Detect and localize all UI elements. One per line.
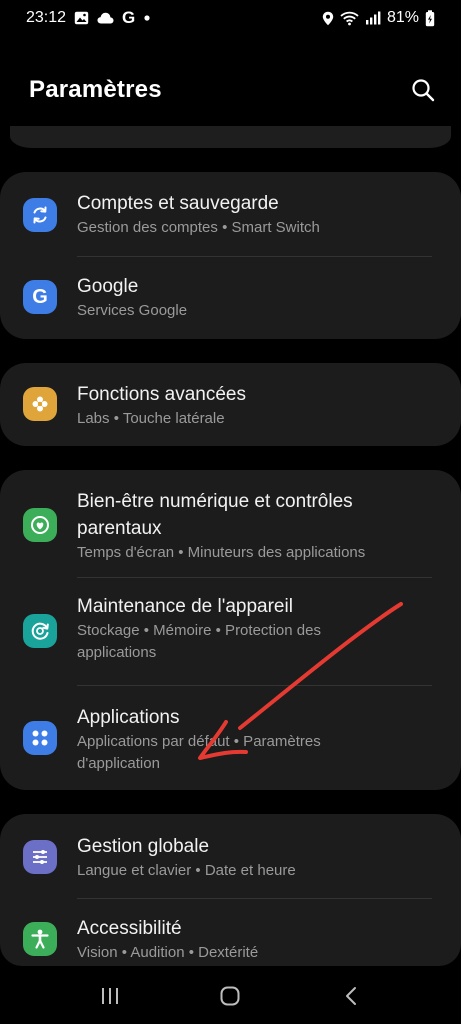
item-title: Fonctions avancées [77,384,246,405]
item-subtitle: Labs • Touche latérale [77,410,225,427]
sliders-icon [23,840,57,874]
back-button[interactable] [321,971,381,1021]
gallery-icon [74,11,89,25]
item-title: Bien-être numérique et contrôles [77,491,353,512]
item-subtitle: Services Google [77,302,188,319]
wifi-icon [340,11,359,26]
item-subtitle: Stockage • Mémoire • Protection des [77,622,321,639]
settings-item-comptes[interactable]: Comptes et sauvegarde Gestion des compte… [0,172,461,256]
item-title: Applications [77,707,180,728]
sync-icon [23,198,57,232]
status-time: 23:12 [26,9,67,26]
page-title: Paramètres [29,76,162,103]
apps-icon [23,721,57,755]
item-title: Accessibilité [77,918,182,939]
item-title-line2: parentaux [77,518,162,539]
settings-group-device: Bien-être numérique et contrôles parenta… [0,470,461,790]
settings-item-maintenance[interactable]: Maintenance de l'appareil Stockage • Mém… [0,577,461,685]
status-bar: 23:12 G 81% [0,0,461,36]
recents-button[interactable] [80,971,140,1021]
item-title: Gestion globale [77,836,210,857]
item-subtitle-line2: d'application [77,755,160,772]
item-subtitle-line2: applications [77,644,157,661]
recents-icon [102,988,119,1004]
battery-icon [425,9,435,27]
header: Paramètres [0,70,461,110]
cloud-icon [97,12,114,24]
settings-item-bien-etre[interactable]: Bien-être numérique et contrôles parenta… [0,470,461,577]
home-icon [220,986,240,1006]
status-right: 81% [322,9,435,27]
settings-item-accessibilite[interactable]: Accessibilité Vision • Audition • Dextér… [0,898,461,966]
item-subtitle: Gestion des comptes • Smart Switch [77,219,320,236]
settings-group-accounts: Comptes et sauvegarde Gestion des compte… [0,172,461,339]
item-subtitle: Langue et clavier • Date et heure [77,862,296,879]
status-left: 23:12 G [26,8,151,28]
item-title: Comptes et sauvegarde [77,193,279,214]
signal-icon [365,11,381,25]
item-title: Maintenance de l'appareil [77,596,293,617]
item-subtitle: Applications par défaut • Paramètres [77,733,321,750]
settings-group-general: Gestion globale Langue et clavier • Date… [0,814,461,966]
navigation-bar [0,968,461,1024]
previous-group-edge [10,126,451,148]
item-subtitle: Temps d'écran • Minuteurs des applicatio… [77,544,366,561]
google-icon: G [122,8,136,27]
search-button[interactable] [405,72,441,108]
dot-icon [143,14,151,22]
settings-item-gestion-globale[interactable]: Gestion globale Langue et clavier • Date… [0,814,461,898]
wellbeing-icon [23,508,57,542]
accessibility-icon [23,922,57,956]
item-title: Google [77,276,139,297]
back-icon [345,987,356,1005]
maintenance-icon [23,614,57,648]
home-button[interactable] [200,971,260,1021]
battery-percent: 81% [386,9,419,26]
settings-item-applications[interactable]: Applications Applications par défaut • P… [0,685,461,790]
puzzle-icon [23,387,57,421]
settings-item-google[interactable]: G Google Services Google [0,256,461,339]
location-icon [322,11,334,26]
search-icon [412,79,435,102]
settings-item-fonctions-avancees[interactable]: Fonctions avancées Labs • Touche latéral… [0,363,461,446]
google-icon: G [23,280,57,314]
item-subtitle: Vision • Audition • Dextérité [77,944,259,961]
settings-group-advanced: Fonctions avancées Labs • Touche latéral… [0,363,461,446]
